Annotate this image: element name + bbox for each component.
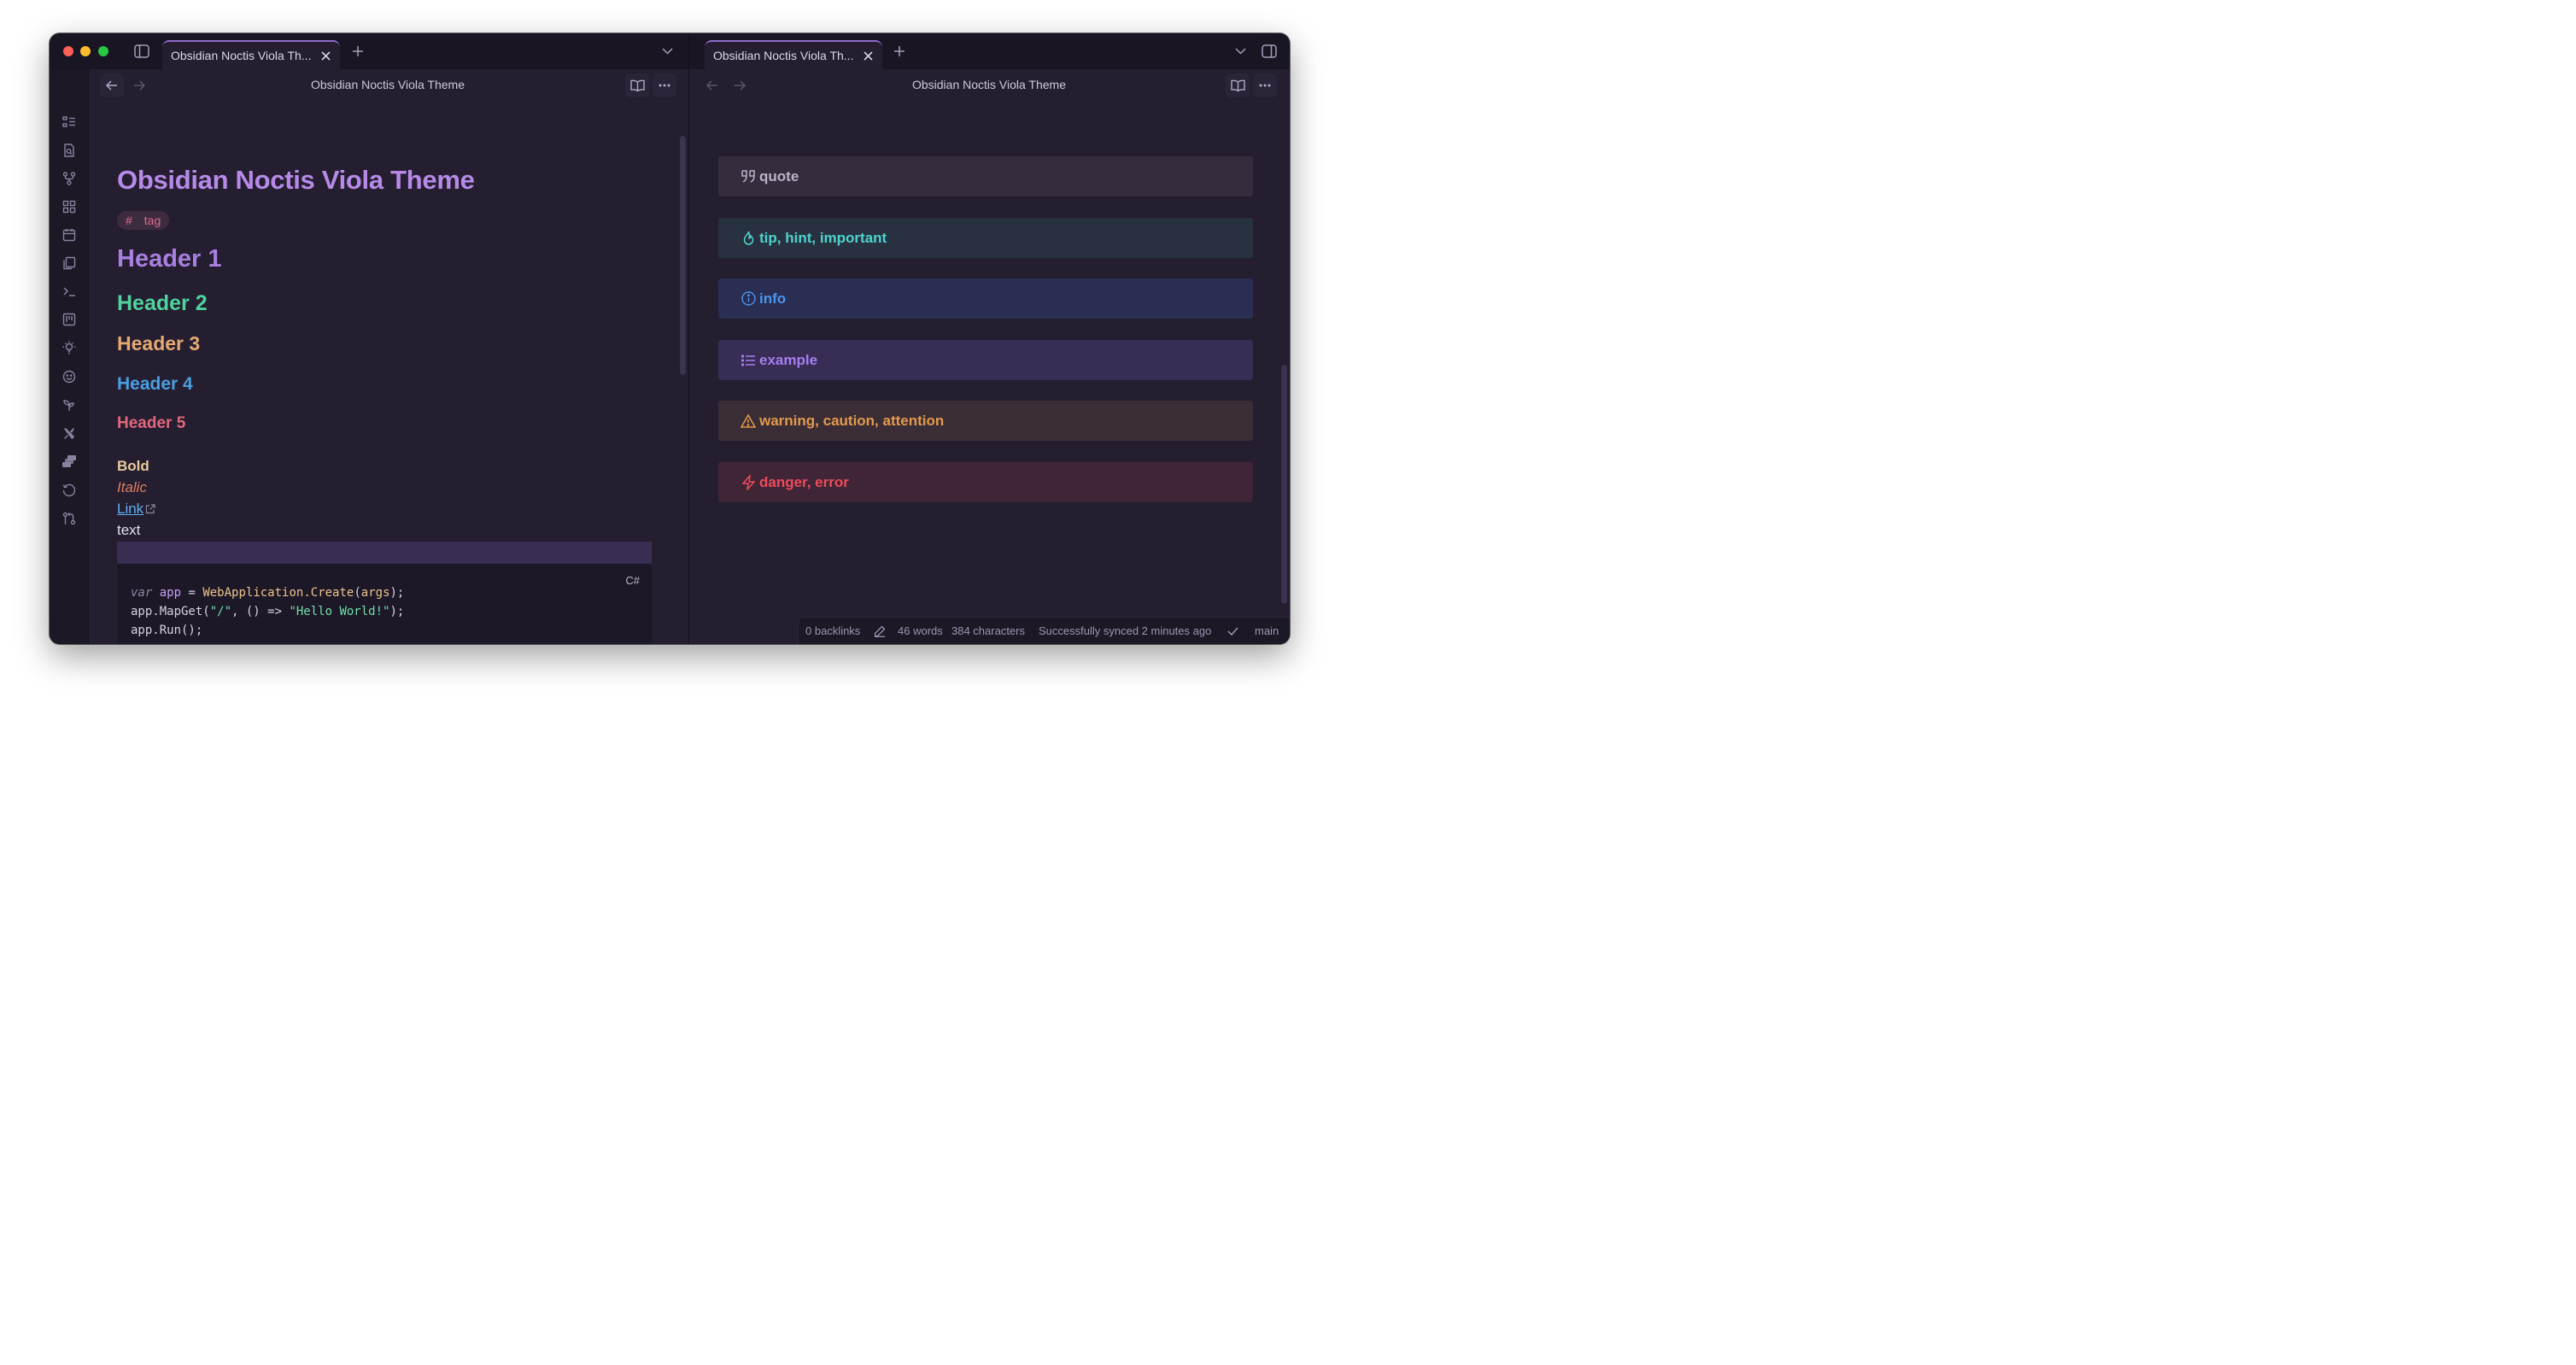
info-icon: [740, 290, 757, 308]
tab-title: Obsidian Noctis Viola Th...: [713, 49, 854, 62]
quote-icon: [740, 168, 757, 185]
callout-quote[interactable]: quote: [718, 156, 1253, 196]
calendar-icon[interactable]: [61, 226, 78, 243]
toggle-right-sidebar-icon[interactable]: [1260, 43, 1279, 60]
copy-icon[interactable]: [61, 255, 78, 272]
list-icon: [740, 352, 757, 369]
character-count: 384 characters: [951, 624, 1025, 637]
header-5: Header 5: [117, 414, 186, 432]
kanban-icon[interactable]: [61, 311, 78, 328]
back-arrow-icon[interactable]: [100, 73, 124, 97]
tab-title: Obsidian Noctis Viola Th...: [171, 49, 312, 62]
more-options-icon[interactable]: [653, 73, 676, 97]
left-editor-pane: Obsidian Noctis Viola Theme Obsidian Noc…: [89, 69, 688, 644]
layers-icon[interactable]: [61, 453, 78, 470]
callout-tip[interactable]: tip, hint, important: [718, 218, 1253, 258]
note-title-header[interactable]: Obsidian Noctis Viola Theme: [217, 78, 559, 91]
close-tab-icon[interactable]: [318, 48, 333, 63]
tab-left-note[interactable]: Obsidian Noctis Viola Th...: [162, 40, 340, 69]
forward-arrow-icon[interactable]: [728, 73, 752, 97]
italic-text: Italic: [117, 479, 147, 495]
word-count: 46 words: [898, 624, 943, 637]
external-link[interactable]: Link: [117, 501, 155, 518]
close-window-button[interactable]: [63, 46, 73, 56]
left-scrollbar[interactable]: [680, 136, 686, 375]
link-text[interactable]: Link: [117, 501, 143, 518]
git-compare-icon[interactable]: [61, 510, 78, 527]
callout-title: warning, caution, attention: [759, 412, 945, 429]
maximize-window-button[interactable]: [98, 46, 108, 56]
forward-arrow-icon[interactable]: [127, 73, 151, 97]
callout-warning[interactable]: warning, caution, attention: [718, 401, 1253, 441]
callout-title: danger, error: [759, 473, 849, 490]
git-fork-icon[interactable]: [61, 170, 78, 187]
header-4: Header 4: [117, 374, 193, 394]
callout-title: quote: [759, 167, 799, 185]
header-3: Header 3: [117, 332, 201, 354]
app-window: Obsidian Noctis Viola Th... Obsidian Noc…: [50, 33, 1290, 644]
file-search-icon[interactable]: [61, 142, 78, 159]
plain-text: text: [117, 522, 141, 538]
backlinks-count[interactable]: 0 backlinks: [805, 624, 860, 637]
code-block[interactable]: C# var app = WebApplication.Create(args)…: [117, 564, 652, 644]
sprout-icon[interactable]: [61, 396, 78, 413]
header-2: Header 2: [117, 291, 208, 315]
document-title: Obsidian Noctis Viola Theme: [117, 165, 475, 195]
flame-icon: [740, 230, 757, 247]
callout-title: example: [759, 351, 818, 368]
callout-danger[interactable]: danger, error: [718, 462, 1253, 502]
tag-hash: #: [126, 214, 132, 227]
list-icon[interactable]: [61, 114, 78, 131]
tab-list-chevron-down-icon[interactable]: [1232, 44, 1248, 58]
ribbon: [50, 69, 89, 644]
toggle-left-sidebar-icon[interactable]: [132, 43, 151, 60]
checkmark-icon: [1226, 624, 1239, 638]
callout-example[interactable]: example: [718, 340, 1253, 380]
callout-title: info: [759, 290, 787, 307]
right-editor-pane: Obsidian Noctis Viola Theme quote tip, h…: [689, 69, 1290, 644]
pencil-edit-icon[interactable]: [873, 624, 887, 638]
git-branch[interactable]: main: [1255, 624, 1279, 637]
tab-list-chevron-down-icon[interactable]: [659, 44, 675, 58]
header-1: Header 1: [117, 245, 222, 272]
note-title-header[interactable]: Obsidian Noctis Viola Theme: [818, 78, 1160, 91]
new-tab-icon[interactable]: [892, 44, 907, 59]
terminal-icon[interactable]: [61, 283, 78, 300]
sync-status[interactable]: Successfully synced 2 minutes ago: [1039, 624, 1211, 637]
tools-icon[interactable]: [61, 425, 78, 442]
code-language-label: C#: [625, 574, 640, 587]
reading-view-book-icon[interactable]: [625, 73, 649, 97]
right-scrollbar[interactable]: [1281, 365, 1287, 604]
minimize-window-button[interactable]: [80, 46, 91, 56]
highlighted-empty-line: [117, 542, 652, 564]
bold-text: Bold: [117, 458, 149, 474]
callout-title: tip, hint, important: [759, 229, 887, 246]
callout-info[interactable]: info: [718, 278, 1253, 319]
tag-label: tag: [143, 214, 161, 227]
more-options-icon[interactable]: [1253, 73, 1277, 97]
zap-icon: [740, 474, 757, 491]
title-bar: Obsidian Noctis Viola Th... Obsidian Noc…: [50, 33, 1290, 70]
new-tab-icon[interactable]: [350, 44, 366, 59]
history-icon[interactable]: [61, 482, 78, 499]
close-tab-icon[interactable]: [860, 48, 875, 63]
back-arrow-icon[interactable]: [700, 73, 724, 97]
tag-pill[interactable]: # tag: [117, 211, 170, 230]
status-bar: 0 backlinks 46 words 384 characters Succ…: [798, 617, 1290, 644]
tab-right-note[interactable]: Obsidian Noctis Viola Th...: [705, 40, 882, 69]
code-content: var app = WebApplication.Create(args); a…: [131, 586, 405, 637]
lightbulb-icon[interactable]: [61, 339, 78, 356]
smiley-icon[interactable]: [61, 368, 78, 385]
external-link-icon: [145, 504, 155, 514]
reading-view-book-icon[interactable]: [1226, 73, 1250, 97]
grid-icon[interactable]: [61, 198, 78, 215]
alert-triangle-icon: [740, 413, 757, 430]
